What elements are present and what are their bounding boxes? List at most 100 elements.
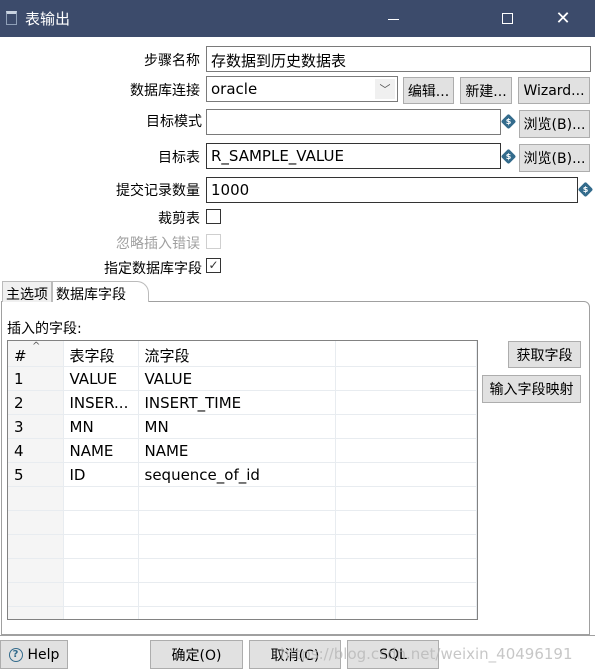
target-schema-label: 目标模式: [146, 114, 202, 130]
empty-cell[interactable]: [335, 462, 477, 487]
stream-field-cell[interactable]: sequence_of_id: [138, 462, 336, 487]
column-header-table-field[interactable]: 表字段: [63, 341, 139, 367]
tab-database-fields[interactable]: 数据库字段: [52, 281, 149, 303]
target-schema-input[interactable]: [206, 109, 501, 135]
ok-button[interactable]: 确定(O): [150, 640, 243, 669]
table-row[interactable]: 4 NAME NAME: [8, 438, 477, 463]
commit-size-input[interactable]: 1000: [206, 177, 578, 203]
table-row[interactable]: [8, 558, 477, 583]
row-index-cell[interactable]: [8, 582, 64, 607]
new-connection-button[interactable]: 新建...: [460, 77, 512, 104]
table-field-cell[interactable]: [63, 582, 139, 607]
target-table-input[interactable]: R_SAMPLE_VALUE: [206, 143, 501, 169]
stream-field-cell[interactable]: INSERT_TIME: [138, 390, 336, 415]
table-row[interactable]: [8, 582, 477, 607]
variable-icon: $: [500, 113, 517, 130]
row-index-cell[interactable]: [8, 534, 64, 559]
empty-cell[interactable]: [335, 390, 477, 415]
stream-field-cell[interactable]: [138, 606, 336, 619]
fields-table: ^ # 表字段 流字段 1 VALUE VALUE 2 INSER... INSERT_T…: [7, 340, 478, 620]
edit-connection-button[interactable]: 编辑...: [403, 77, 454, 104]
help-label: Help: [27, 646, 60, 663]
close-button[interactable]: ✕: [540, 0, 586, 37]
minimize-button[interactable]: [370, 0, 416, 37]
table-row[interactable]: [8, 534, 477, 559]
empty-cell[interactable]: [335, 534, 477, 559]
row-index-cell[interactable]: 2: [8, 390, 64, 415]
table-field-cell[interactable]: MN: [63, 414, 139, 439]
specify-db-fields-label: 指定数据库字段: [104, 261, 202, 277]
stream-field-cell[interactable]: NAME: [138, 438, 336, 463]
table-row[interactable]: 2 INSER... INSERT_TIME: [8, 390, 477, 415]
empty-cell[interactable]: [335, 582, 477, 607]
browse-schema-button[interactable]: 浏览(B)...: [519, 110, 590, 138]
table-header-row: # 表字段 流字段: [8, 341, 477, 367]
empty-cell[interactable]: [335, 414, 477, 439]
table-field-cell[interactable]: ID: [63, 462, 139, 487]
stream-field-cell[interactable]: [138, 582, 336, 607]
empty-cell[interactable]: [335, 558, 477, 583]
truncate-table-checkbox[interactable]: [206, 209, 221, 224]
title-bar: 表输出 ✕: [0, 0, 595, 37]
table-row[interactable]: 5 ID sequence_of_id: [8, 462, 477, 487]
empty-cell[interactable]: [335, 510, 477, 535]
step-name-input[interactable]: 存数据到历史数据表: [206, 46, 591, 72]
table-field-cell[interactable]: INSER...: [63, 390, 139, 415]
chevron-down-icon[interactable]: ﹀: [375, 79, 395, 99]
sort-indicator-icon[interactable]: ^: [32, 341, 40, 352]
db-connection-select[interactable]: oracle ﹀: [206, 76, 398, 102]
footer-divider: [0, 635, 595, 636]
db-connection-value: oracle: [211, 80, 258, 98]
table-output-icon: [6, 11, 17, 25]
sql-button[interactable]: SQL: [347, 640, 439, 669]
stream-field-cell[interactable]: [138, 510, 336, 535]
table-row[interactable]: 1 VALUE VALUE: [8, 366, 477, 391]
stream-field-cell[interactable]: [138, 534, 336, 559]
tab-main-options[interactable]: 主选项: [2, 281, 52, 303]
row-index-cell[interactable]: 5: [8, 462, 64, 487]
variable-icon: $: [500, 148, 517, 165]
table-field-cell[interactable]: [63, 486, 139, 511]
empty-cell[interactable]: [335, 438, 477, 463]
inserted-fields-label: 插入的字段:: [7, 321, 82, 337]
row-index-cell[interactable]: [8, 606, 64, 619]
row-index-cell[interactable]: 1: [8, 366, 64, 391]
table-field-cell[interactable]: [63, 534, 139, 559]
table-field-cell[interactable]: NAME: [63, 438, 139, 463]
table-row[interactable]: [8, 606, 477, 619]
window-title: 表输出: [25, 10, 71, 28]
row-index-cell[interactable]: 4: [8, 438, 64, 463]
cancel-button[interactable]: 取消(C): [249, 640, 341, 669]
stream-field-cell[interactable]: MN: [138, 414, 336, 439]
table-row[interactable]: [8, 510, 477, 535]
table-field-cell[interactable]: [63, 606, 139, 619]
column-header-stream-field[interactable]: 流字段: [138, 341, 336, 367]
table-row[interactable]: 3 MN MN: [8, 414, 477, 439]
row-index-cell[interactable]: [8, 486, 64, 511]
specify-db-fields-checkbox[interactable]: ✓: [206, 258, 221, 273]
empty-cell[interactable]: [335, 486, 477, 511]
empty-cell[interactable]: [335, 366, 477, 391]
table-field-cell[interactable]: [63, 510, 139, 535]
table-field-cell[interactable]: VALUE: [63, 366, 139, 391]
empty-cell[interactable]: [335, 606, 477, 619]
table-field-cell[interactable]: [63, 558, 139, 583]
stream-field-cell[interactable]: [138, 486, 336, 511]
row-index-cell[interactable]: 3: [8, 414, 64, 439]
get-fields-button[interactable]: 获取字段: [508, 341, 581, 368]
target-table-label: 目标表: [158, 150, 200, 166]
browse-table-button[interactable]: 浏览(B)...: [519, 144, 590, 172]
ignore-insert-errors-checkbox[interactable]: [206, 234, 221, 249]
ignore-insert-errors-label: 忽略插入错误: [116, 236, 200, 252]
maximize-icon: [501, 13, 513, 24]
stream-field-cell[interactable]: VALUE: [138, 366, 336, 391]
stream-field-cell[interactable]: [138, 558, 336, 583]
wizard-button[interactable]: Wizard...: [518, 77, 590, 104]
table-row[interactable]: [8, 486, 477, 511]
input-field-mapping-button[interactable]: 输入字段映射: [482, 375, 581, 403]
maximize-button[interactable]: [484, 0, 530, 37]
db-connection-label: 数据库连接: [130, 83, 200, 99]
row-index-cell[interactable]: [8, 558, 64, 583]
row-index-cell[interactable]: [8, 510, 64, 535]
help-button[interactable]: ? Help: [0, 640, 68, 669]
